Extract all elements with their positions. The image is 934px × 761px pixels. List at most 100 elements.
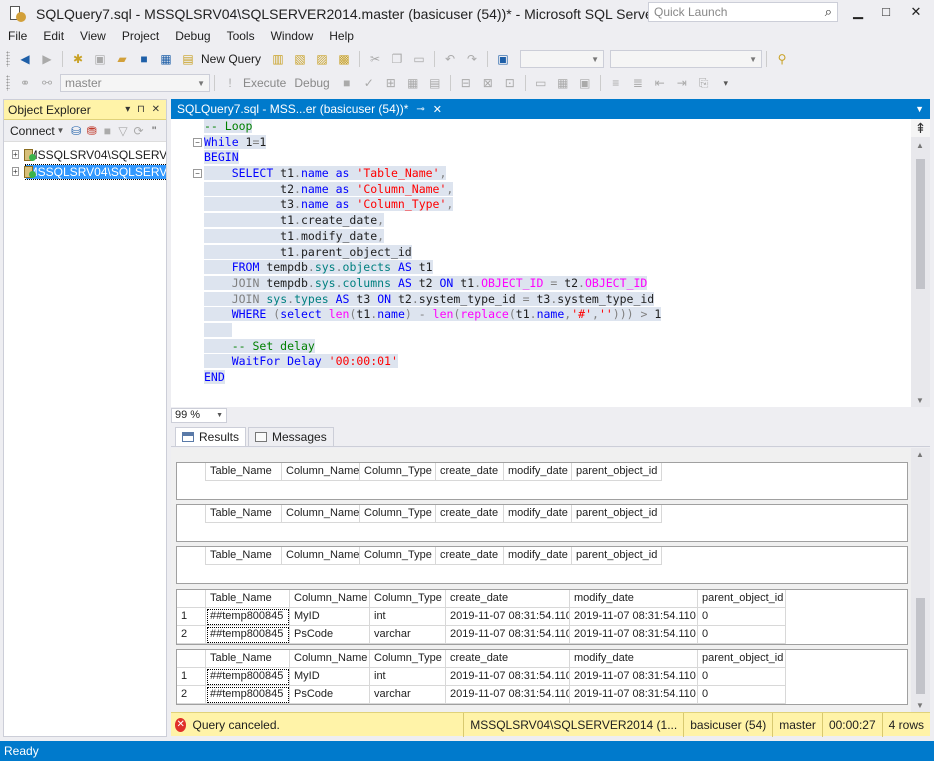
query-designer-icon[interactable]: ▦ [404,74,422,92]
results-to-grid-icon[interactable]: ▦ [554,74,572,92]
column-header[interactable]: create_date [436,505,504,523]
close-tab-icon[interactable]: ✕ [433,103,442,116]
grid-cell[interactable]: 0 [698,686,786,704]
split-editor-icon[interactable]: ⇞ [911,119,930,137]
row-number[interactable]: 2 [177,626,206,644]
column-header[interactable]: Table_Name [206,505,282,523]
results-grid[interactable]: Table_Name Column_Name Column_Type create_d… [176,589,908,645]
row-number-header[interactable] [177,547,206,565]
close-button[interactable]: ✕ [902,2,930,22]
zoom-combo[interactable]: 99 % ▼ [171,407,227,423]
execute-button[interactable]: Execute [243,76,286,90]
open-file-icon[interactable]: ▰ [113,50,131,68]
query-icon-4[interactable]: ▩ [335,50,353,68]
row-number-header[interactable] [177,505,206,523]
filter-icon[interactable]: ▽ [117,122,129,140]
solution-config-combo[interactable]: ▼ [520,50,605,68]
editor-vertical-scrollbar[interactable]: ⇞ ▲ ▼ [911,119,930,407]
results-to-text-icon[interactable]: ▭ [532,74,550,92]
code-line[interactable]: t3.name as 'Column_Type', [204,197,910,213]
debug-button[interactable]: Debug [294,76,329,90]
table-row[interactable]: 2 ##temp800845 PsCode varchar 2019-11-07 08:… [177,626,907,644]
disconnect-server-icon[interactable]: ⛃ [86,122,98,140]
cancel-query-icon[interactable]: ■ [338,74,356,92]
code-line[interactable]: t1.create_date, [204,213,910,229]
back-icon[interactable]: ◀ [16,50,34,68]
solution-platform-combo[interactable]: ▼ [610,50,763,68]
grid-cell[interactable]: 2019-11-07 08:31:54.110 [570,626,698,644]
grid-cell[interactable]: 2019-11-07 08:31:54.110 [446,608,570,626]
code-line[interactable]: END [204,370,910,386]
code-line[interactable]: -- Loop [204,119,910,135]
results-vertical-scrollbar[interactable]: ▲ ▼ [911,448,930,712]
code-line[interactable]: While 1=1 [204,134,910,151]
menu-tools[interactable]: Tools [219,27,263,45]
column-header[interactable]: parent_object_id [572,463,662,481]
column-header[interactable]: create_date [436,547,504,565]
grid-cell[interactable]: varchar [370,686,446,704]
connect-dropdown-button[interactable]: Connect [10,124,55,138]
grid-cell[interactable]: MyID [290,668,370,686]
decrease-indent-icon[interactable]: ⇤ [651,74,669,92]
grid-cell[interactable]: 2019-11-07 08:31:54.110 [570,668,698,686]
tab-results[interactable]: Results [175,427,247,446]
tab-messages[interactable]: Messages [248,427,334,446]
tab-sqlquery7[interactable]: SQLQuery7.sql - MSS...er (basicuser (54)… [171,99,449,119]
scroll-up-icon[interactable]: ▲ [916,141,924,150]
cut-icon[interactable]: ✂ [366,50,384,68]
code-line[interactable]: -- Set delay [204,338,910,355]
grid-cell[interactable]: PsCode [290,686,370,704]
menu-window[interactable]: Window [263,27,322,45]
grid-cell[interactable]: 2019-11-07 08:31:54.110 [446,686,570,704]
column-header[interactable]: create_date [436,463,504,481]
pin-icon[interactable]: ⊸ [416,104,424,115]
code-line[interactable]: t1.modify_date, [204,228,910,245]
grid-cell[interactable]: ##temp800845 [206,686,290,704]
table-row[interactable]: 1 ##temp800845 MyID int 2019-11-07 08:31:54.… [177,608,907,626]
stop-icon[interactable]: ■ [102,122,114,140]
code-line[interactable]: BEGIN [204,150,910,166]
menu-view[interactable]: View [72,27,114,45]
grid-cell[interactable]: 0 [698,608,786,626]
menu-project[interactable]: Project [114,27,167,45]
grid-cell[interactable]: ##temp800845 [206,608,290,626]
disconnect-icon[interactable]: ⚯ [38,74,56,92]
comment-icon[interactable]: ≡ [607,74,625,92]
parse-icon[interactable]: ✓ [360,74,378,92]
column-header[interactable]: Column_Name [282,547,360,565]
column-header[interactable]: Table_Name [206,650,290,668]
toolbar-overflow-icon[interactable]: ▾ [717,74,735,92]
redo-icon[interactable]: ↷ [463,50,481,68]
tree-node-server-selected[interactable]: + MSSQLSRV04\SQLSERVI [4,163,166,180]
results-to-file-icon[interactable]: ▣ [576,74,594,92]
grid-cell[interactable]: 0 [698,668,786,686]
quick-launch-input[interactable]: Quick Launch ⌕ [648,2,838,22]
code-line[interactable]: t2.name as 'Column_Name', [204,181,910,198]
grid-cell[interactable]: 0 [698,626,786,644]
column-header[interactable]: create_date [446,650,570,668]
grid-cell[interactable]: 2019-11-07 08:31:54.110 [570,608,698,626]
grid-cell[interactable]: 2019-11-07 08:31:54.110 [446,626,570,644]
column-header[interactable]: create_date [446,590,570,608]
grid-cell[interactable]: ##temp800845 [206,668,290,686]
column-header[interactable]: modify_date [570,650,698,668]
query-icon-2[interactable]: ▧ [291,50,309,68]
code-line[interactable]: WaitFor Delay '00:00:01' [204,354,910,370]
chevron-down-icon[interactable]: ▼ [55,122,67,140]
paste-icon[interactable]: ▭ [410,50,428,68]
database-combo[interactable]: master ▼ [60,74,210,92]
new-query-icon[interactable]: ▤ [179,50,197,68]
tab-list-dropdown-icon[interactable]: ▼ [915,104,924,114]
increase-indent-icon[interactable]: ⇥ [673,74,691,92]
code-line[interactable]: JOIN tempdb.sys.columns AS t2 ON t1.OBJE… [204,275,910,292]
grid-cell[interactable]: int [370,668,446,686]
code-line[interactable]: SELECT t1.name as 'Table_Name', [204,166,910,182]
menu-debug[interactable]: Debug [167,27,218,45]
column-header[interactable]: Column_Name [290,590,370,608]
column-header[interactable]: modify_date [570,590,698,608]
row-number-header[interactable] [177,650,206,668]
scroll-down-icon[interactable]: ▼ [916,701,924,710]
connect-icon[interactable]: ⚭ [16,74,34,92]
more-icon[interactable]: " [148,122,160,140]
refresh-icon[interactable]: ⟳ [133,122,145,140]
